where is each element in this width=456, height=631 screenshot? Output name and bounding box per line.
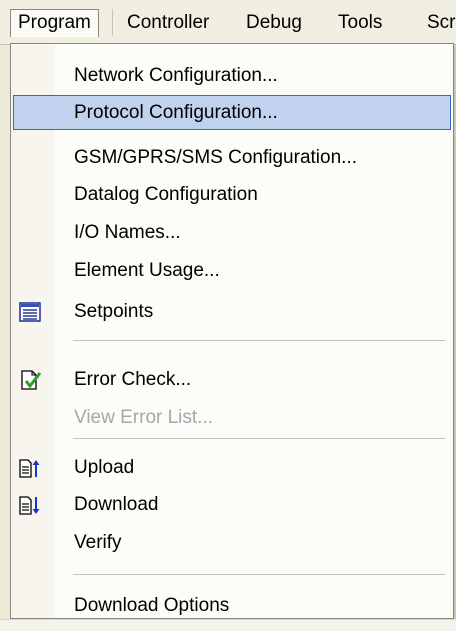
menu-item-label: View Error List... (74, 407, 214, 428)
error-check-icon (21, 370, 41, 390)
menu-item-label: Datalog Configuration (74, 184, 258, 205)
menu-item-label: Network Configuration... (74, 65, 278, 86)
menu-item-download-options[interactable]: Download Options (13, 588, 451, 623)
menu-controller[interactable]: Controller (120, 9, 216, 37)
menu-item-view-error-list[interactable]: View Error List... (13, 400, 451, 435)
menu-item-protocol-configuration[interactable]: Protocol Configuration... (13, 95, 451, 130)
menu-script[interactable]: Scr (420, 9, 456, 37)
menu-item-io-names[interactable]: I/O Names... (13, 215, 451, 250)
menu-item-label: GSM/GPRS/SMS Configuration... (74, 147, 357, 168)
menu-item-label: I/O Names... (74, 222, 181, 243)
menu-tools[interactable]: Tools (331, 9, 389, 37)
menu-item-label: Download Options (74, 595, 230, 616)
menu-separator (73, 574, 445, 575)
underlying-window-edge (0, 619, 456, 631)
menu-item-gsm-gprs-sms-configuration[interactable]: GSM/GPRS/SMS Configuration... (13, 140, 451, 175)
upload-icon (19, 459, 40, 478)
program-menu-dropdown: Network Configuration... Protocol Config… (10, 43, 454, 619)
menu-item-label: Upload (74, 457, 135, 478)
menu-item-setpoints[interactable]: Setpoints (13, 294, 451, 329)
menu-separator (73, 438, 445, 439)
menu-debug[interactable]: Debug (239, 9, 309, 37)
download-icon (19, 496, 40, 515)
menu-item-element-usage[interactable]: Element Usage... (13, 253, 451, 288)
menu-item-verify[interactable]: Verify (13, 525, 451, 560)
setpoints-icon (19, 302, 41, 322)
menu-item-datalog-configuration[interactable]: Datalog Configuration (13, 177, 451, 212)
menu-item-label: Verify (74, 532, 122, 553)
menu-item-label: Download (74, 494, 159, 515)
menu-item-error-check[interactable]: Error Check... (13, 362, 451, 397)
menubar-divider (112, 9, 113, 36)
menu-bar: Program Controller Debug Tools Scr (0, 0, 456, 45)
menu-item-label: Protocol Configuration... (74, 102, 278, 123)
menu-item-label: Setpoints (74, 301, 154, 322)
menu-separator (73, 340, 445, 341)
menu-item-label: Element Usage... (74, 260, 220, 281)
menu-program[interactable]: Program (10, 9, 99, 37)
menu-item-label: Error Check... (74, 369, 192, 390)
menu-item-download[interactable]: Download (13, 487, 451, 522)
menu-item-network-configuration[interactable]: Network Configuration... (13, 58, 451, 93)
menu-item-upload[interactable]: Upload (13, 450, 451, 485)
